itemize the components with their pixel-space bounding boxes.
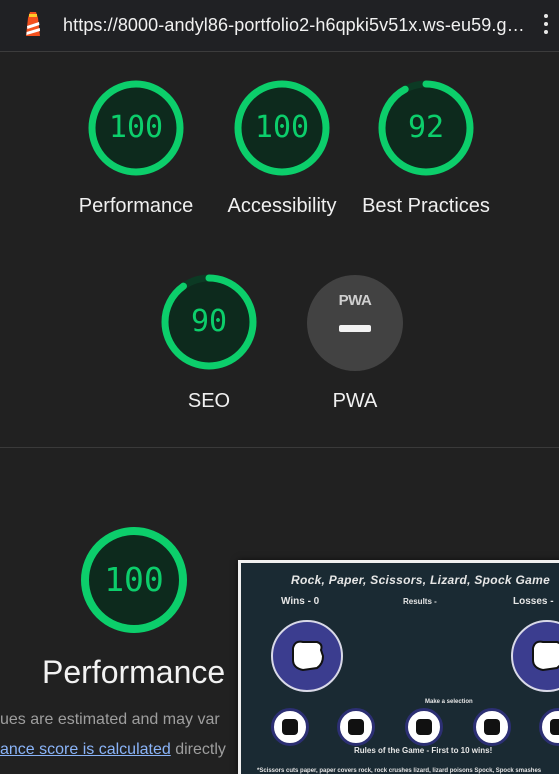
score-gauge-1[interactable]: 100 bbox=[234, 80, 330, 176]
rules-heading: Rules of the Game - First to 10 wins! bbox=[354, 746, 493, 755]
score-value: 100 bbox=[254, 110, 310, 145]
calculator-note: ance score is calculated directly bbox=[0, 741, 226, 759]
performance-title: Performance bbox=[42, 654, 226, 690]
calculator-note-tail: directly bbox=[170, 741, 226, 758]
game-wins: Wins - 0 bbox=[281, 596, 320, 607]
pwa-badge-icon: PWA bbox=[307, 275, 403, 371]
game-losses: Losses - bbox=[513, 596, 554, 607]
score-value: 90 bbox=[190, 304, 228, 339]
page-screenshot-thumbnail[interactable]: Rock, Paper, Scissors, Lizard, Spock Gam… bbox=[238, 560, 559, 774]
pwa-dash-icon bbox=[339, 325, 371, 332]
game-title: Rock, Paper, Scissors, Lizard, Spock Gam… bbox=[291, 573, 551, 587]
paper-button-icon bbox=[337, 708, 375, 746]
performance-big-score: 100 bbox=[104, 560, 164, 599]
score-gauge-2[interactable]: 92 bbox=[378, 80, 474, 176]
score-label-0[interactable]: Performance bbox=[61, 191, 211, 221]
more-menu-icon[interactable] bbox=[543, 14, 549, 38]
score-label-1[interactable]: Accessibility bbox=[207, 191, 357, 221]
score-label-2[interactable]: Best Practices bbox=[351, 191, 501, 221]
lighthouse-icon bbox=[26, 12, 40, 36]
spock-button-icon bbox=[539, 708, 559, 746]
performance-big-gauge: 100 bbox=[80, 526, 188, 634]
make-selection-label: Make a selection bbox=[425, 699, 473, 705]
score-value: 100 bbox=[108, 110, 164, 145]
section-divider bbox=[0, 447, 559, 448]
player-choice-icon bbox=[271, 620, 343, 692]
score-label-3[interactable]: SEO bbox=[134, 386, 284, 416]
rules-description: *Scissors cuts paper, paper covers rock,… bbox=[257, 768, 542, 774]
scissors-button-icon bbox=[405, 708, 443, 746]
score-value: 92 bbox=[407, 110, 445, 145]
rock-button-icon bbox=[271, 708, 309, 746]
score-calculated-link[interactable]: ance score is calculated bbox=[0, 741, 171, 758]
url-text[interactable]: https://8000-andyl86-portfolio2-h6qpki5v… bbox=[63, 15, 525, 36]
score-gauge-0[interactable]: 100 bbox=[88, 80, 184, 176]
computer-choice-icon bbox=[511, 620, 559, 692]
estimate-note: ues are estimated and may var bbox=[0, 711, 220, 728]
pwa-label[interactable]: PWA bbox=[280, 386, 430, 416]
pwa-badge-text: PWA bbox=[338, 292, 372, 309]
game-results: Results - bbox=[403, 597, 437, 606]
lizard-button-icon bbox=[473, 708, 511, 746]
score-gauge-3[interactable]: 90 bbox=[161, 274, 257, 370]
address-bar: https://8000-andyl86-portfolio2-h6qpki5v… bbox=[0, 0, 559, 52]
